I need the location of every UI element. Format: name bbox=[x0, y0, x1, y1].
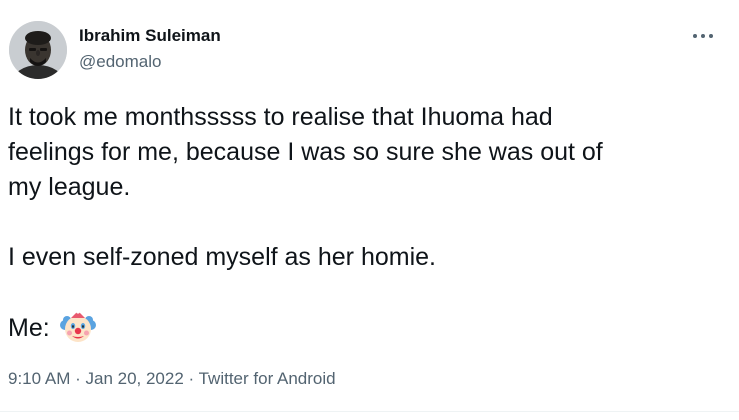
tweet-date[interactable]: Jan 20, 2022 bbox=[85, 369, 183, 388]
divider bbox=[0, 411, 739, 412]
more-options-button[interactable] bbox=[688, 26, 718, 46]
tweet-source[interactable]: Twitter for Android bbox=[199, 369, 336, 388]
tweet-text: It took me monthsssss to realise that Ih… bbox=[8, 100, 728, 346]
tweet-time[interactable]: 9:10 AM bbox=[8, 369, 70, 388]
tweet-card: Ibrahim Suleiman @edomalo It took me mon… bbox=[0, 0, 739, 420]
tweet-text-line: feelings for me, because I was so sure s… bbox=[8, 138, 603, 166]
clown-face-icon bbox=[59, 310, 96, 346]
author-display-name[interactable]: Ibrahim Suleiman bbox=[79, 25, 221, 47]
avatar[interactable] bbox=[9, 21, 67, 79]
meta-separator: · bbox=[183, 369, 199, 388]
author-block: Ibrahim Suleiman @edomalo bbox=[79, 25, 221, 73]
tweet-text-line: my league. bbox=[8, 173, 131, 201]
tweet-text-me: Me: bbox=[8, 313, 50, 342]
tweet-text-line: Me: bbox=[8, 310, 728, 346]
meta-separator: · bbox=[70, 369, 86, 388]
tweet-meta: 9:10 AM · Jan 20, 2022 · Twitter for And… bbox=[8, 368, 336, 390]
more-dots-icon bbox=[693, 34, 713, 38]
author-handle[interactable]: @edomalo bbox=[79, 51, 221, 73]
tweet-text-line: It took me monthsssss to realise that Ih… bbox=[8, 103, 553, 131]
tweet-text-line: I even self-zoned myself as her homie. bbox=[8, 243, 436, 271]
avatar-image bbox=[9, 21, 67, 79]
